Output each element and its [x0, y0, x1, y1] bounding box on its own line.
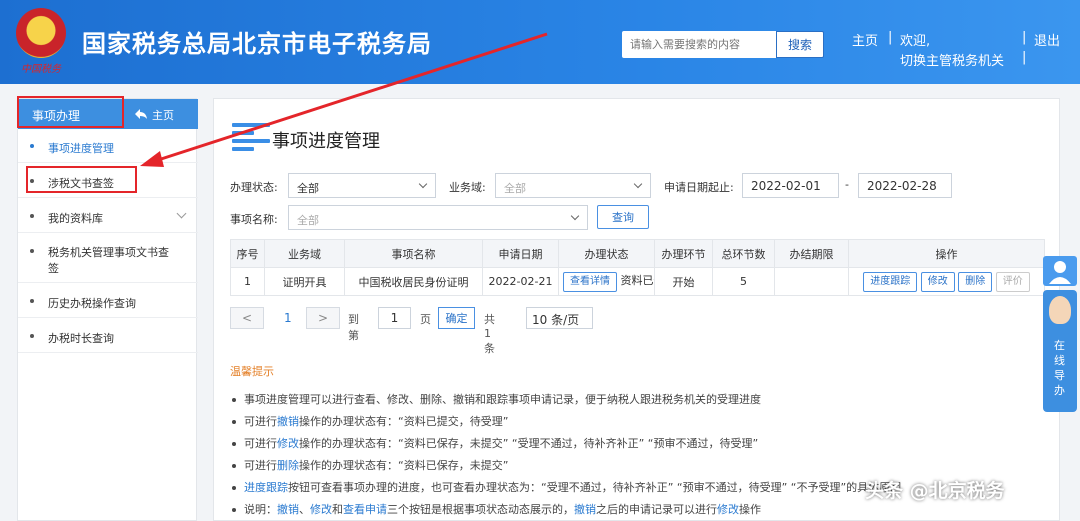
person-icon	[1049, 261, 1071, 284]
avatar	[1049, 296, 1071, 324]
online-guide-widget[interactable]: 在线导办	[1043, 290, 1077, 412]
customer-service-icon[interactable]	[1043, 256, 1077, 286]
online-guide-label: 在线导办	[1054, 339, 1065, 397]
watermark: 头条 @北京税务	[865, 480, 1005, 502]
annotation-arrow	[140, 32, 548, 167]
